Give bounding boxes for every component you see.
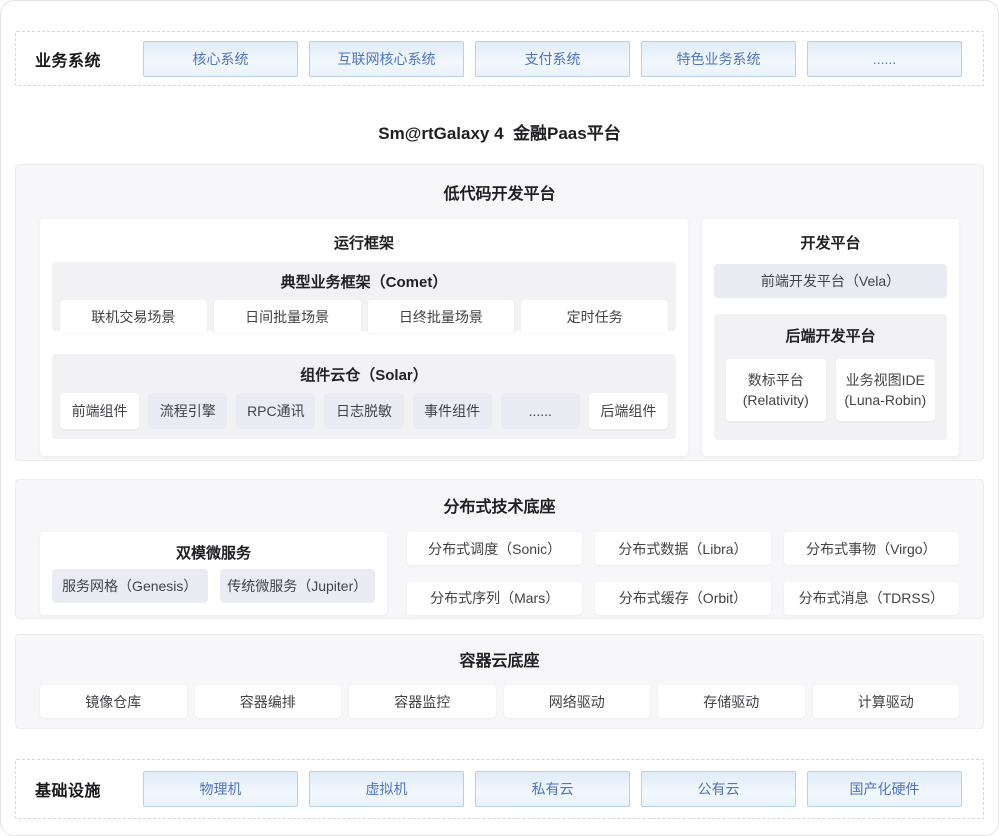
business-systems-boxes: 核心系统 互联网核心系统 支付系统 特色业务系统 ...... <box>143 41 962 77</box>
lowcode-platform-title: 低代码开发平台 <box>16 165 983 204</box>
dual-mode-microservice-title: 双模微服务 <box>40 532 387 560</box>
lowcode-platform-body: 运行框架 典型业务框架（Comet） 联机交易场景 日间批量场景 日终批量场景 … <box>16 204 983 456</box>
solar-chip-rpc: RPC通讯 <box>236 393 315 429</box>
dev-platform-title: 开发平台 <box>702 219 959 250</box>
distributed-items-grid: 分布式调度（Sonic） 分布式数据（Libra） 分布式事物（Virgo） 分… <box>407 532 959 615</box>
business-systems-label: 业务系统 <box>35 47 143 71</box>
comet-items-row: 联机交易场景 日间批量场景 日终批量场景 定时任务 <box>60 300 668 333</box>
solar-chip-more: ...... <box>501 393 580 429</box>
container-item-storage-driver: 存储驱动 <box>658 685 805 718</box>
business-system-core: 核心系统 <box>143 41 298 77</box>
container-items-row: 镜像仓库 容器编排 容器监控 网络驱动 存储驱动 计算驱动 <box>16 671 983 718</box>
distributed-item-virgo: 分布式事物（Virgo） <box>784 532 959 565</box>
business-system-special: 特色业务系统 <box>641 41 796 77</box>
frontend-dev-platform-vela: 前端开发平台（Vela） <box>714 264 947 298</box>
backend-item-luna-robin-name: 业务视图IDE <box>846 370 925 390</box>
infrastructure-bar: 基础设施 物理机 虚拟机 私有云 公有云 国产化硬件 <box>15 759 984 819</box>
comet-framework-card: 典型业务框架（Comet） 联机交易场景 日间批量场景 日终批量场景 定时任务 <box>52 262 676 331</box>
backend-dev-platform-title: 后端开发平台 <box>714 314 947 346</box>
backend-item-luna-robin: 业务视图IDE (Luna-Robin) <box>836 359 936 421</box>
business-systems-bar: 业务系统 核心系统 互联网核心系统 支付系统 特色业务系统 ...... <box>15 31 984 86</box>
infrastructure-boxes: 物理机 虚拟机 私有云 公有云 国产化硬件 <box>143 771 962 807</box>
container-base-title: 容器云底座 <box>16 635 983 671</box>
infrastructure-public-cloud: 公有云 <box>641 771 796 807</box>
solar-chip-event-component: 事件组件 <box>413 393 492 429</box>
container-item-monitoring: 容器监控 <box>349 685 496 718</box>
comet-item-endofday-batch: 日终批量场景 <box>368 300 515 333</box>
business-system-more: ...... <box>807 41 962 77</box>
dev-platform-card: 开发平台 前端开发平台（Vela） 后端开发平台 数标平台 (Relativit… <box>702 219 959 456</box>
container-item-compute-driver: 计算驱动 <box>813 685 960 718</box>
infrastructure-label: 基础设施 <box>35 777 143 801</box>
container-base-section: 容器云底座 镜像仓库 容器编排 容器监控 网络驱动 存储驱动 计算驱动 <box>15 634 984 729</box>
distributed-base-body: 双模微服务 服务网格（Genesis） 传统微服务（Jupiter） 分布式调度… <box>16 517 983 615</box>
dual-mode-chips-row: 服务网格（Genesis） 传统微服务（Jupiter） <box>52 569 375 603</box>
comet-item-online-trade: 联机交易场景 <box>60 300 207 333</box>
infrastructure-virtual-machine: 虚拟机 <box>309 771 464 807</box>
container-item-image-repo: 镜像仓库 <box>40 685 187 718</box>
dual-mode-chip-genesis: 服务网格（Genesis） <box>52 569 208 603</box>
distributed-base-title: 分布式技术底座 <box>16 480 983 517</box>
container-item-network-driver: 网络驱动 <box>504 685 651 718</box>
distributed-item-sonic: 分布式调度（Sonic） <box>407 532 582 565</box>
comet-item-scheduled-task: 定时任务 <box>521 300 668 333</box>
comet-framework-title: 典型业务框架（Comet） <box>52 262 676 292</box>
solar-chip-process-engine: 流程引擎 <box>148 393 227 429</box>
distributed-item-mars: 分布式序列（Mars） <box>407 582 582 615</box>
backend-dev-platform-card: 后端开发平台 数标平台 (Relativity) 业务视图IDE (Luna-R… <box>714 314 947 440</box>
solar-item-frontend-component: 前端组件 <box>60 393 139 429</box>
solar-component-title: 组件云仓（Solar） <box>52 354 676 385</box>
solar-chip-log-masking: 日志脱敏 <box>324 393 403 429</box>
runtime-framework-card: 运行框架 典型业务框架（Comet） 联机交易场景 日间批量场景 日终批量场景 … <box>40 219 688 456</box>
business-system-internet-core: 互联网核心系统 <box>309 41 464 77</box>
runtime-framework-title: 运行框架 <box>40 219 688 250</box>
container-item-orchestration: 容器编排 <box>195 685 342 718</box>
architecture-diagram: 业务系统 核心系统 互联网核心系统 支付系统 特色业务系统 ...... Sm@… <box>0 0 999 836</box>
business-system-payment: 支付系统 <box>475 41 630 77</box>
infrastructure-private-cloud: 私有云 <box>475 771 630 807</box>
dual-mode-chip-jupiter: 传统微服务（Jupiter） <box>220 569 376 603</box>
backend-dev-items-row: 数标平台 (Relativity) 业务视图IDE (Luna-Robin) <box>726 359 935 421</box>
dual-mode-microservice-card: 双模微服务 服务网格（Genesis） 传统微服务（Jupiter） <box>40 532 387 615</box>
backend-item-relativity-code: (Relativity) <box>743 390 809 410</box>
solar-component-card: 组件云仓（Solar） 前端组件 流程引擎 RPC通讯 日志脱敏 事件组件 ..… <box>52 354 676 439</box>
lowcode-platform-section: 低代码开发平台 运行框架 典型业务框架（Comet） 联机交易场景 日间批量场景… <box>15 164 984 461</box>
infrastructure-domestic-hardware: 国产化硬件 <box>807 771 962 807</box>
backend-item-relativity: 数标平台 (Relativity) <box>726 359 826 421</box>
distributed-item-libra: 分布式数据（Libra） <box>595 532 770 565</box>
infrastructure-physical-machine: 物理机 <box>143 771 298 807</box>
solar-items-row: 前端组件 流程引擎 RPC通讯 日志脱敏 事件组件 ...... 后端组件 <box>60 393 668 429</box>
distributed-base-section: 分布式技术底座 双模微服务 服务网格（Genesis） 传统微服务（Jupite… <box>15 479 984 619</box>
backend-item-relativity-name: 数标平台 <box>748 370 804 390</box>
backend-item-luna-robin-code: (Luna-Robin) <box>844 390 926 410</box>
comet-item-daytime-batch: 日间批量场景 <box>214 300 361 333</box>
distributed-item-orbit: 分布式缓存（Orbit） <box>595 582 770 615</box>
solar-item-backend-component: 后端组件 <box>589 393 668 429</box>
platform-title: Sm@rtGalaxy 4 金融Paas平台 <box>1 119 998 141</box>
distributed-item-tdrss: 分布式消息（TDRSS） <box>784 582 959 615</box>
